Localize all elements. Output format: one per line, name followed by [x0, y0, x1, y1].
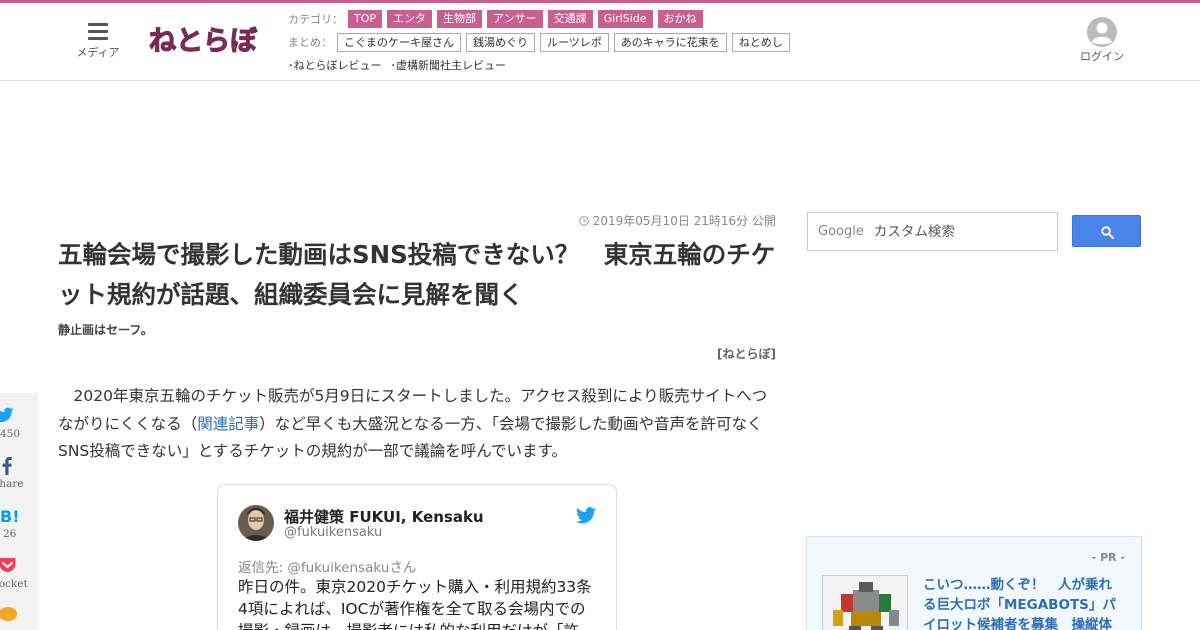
article-subtitle: 静止画はセーフ。: [58, 323, 153, 337]
pr-box: - PR - こいつ……動くぞ！ 人が乗れる巨大ロボ「MEGABOTS」パイロッ…: [806, 536, 1142, 630]
media-menu-label: メディア: [76, 46, 120, 59]
article-title: 五輪会場で撮影した動画はSNS投稿できない？ 東京五輪のチケット規約が話題、組織…: [58, 240, 776, 309]
category-label: カテゴリ：: [288, 13, 343, 26]
hatena-bookmark-icon: B!: [0, 507, 20, 525]
svg-text:B!: B!: [0, 507, 20, 525]
share-bar: 450 share B! 26 pocket: [0, 393, 38, 630]
google-label: Google: [818, 224, 864, 239]
article-date-text: 2019年05月10日 21時16分 公開: [592, 214, 776, 228]
robot-thumbnail-image: [823, 576, 907, 630]
login-label: ログイン: [1080, 50, 1124, 63]
pr-thumbnail[interactable]: [822, 575, 908, 630]
category-tag-girlside[interactable]: GirlSide: [597, 10, 653, 28]
search-icon: [1101, 226, 1114, 239]
category-tag-top[interactable]: TOP: [348, 10, 383, 28]
embedded-tweet[interactable]: 福井健策 FUKUI, Kensaku @fukuikensaku 返信先: @…: [217, 484, 617, 630]
review-nav: ･ねとらぼレビュー ･虚構新聞社主レビュー: [288, 55, 515, 75]
custom-search-box: Google: [807, 212, 1058, 251]
category-tag-enta[interactable]: エンタ: [387, 10, 433, 28]
pr-article-link[interactable]: こいつ……動くぞ！ 人が乗れる巨大ロボ「MEGABOTS」パイロット候補者を募集…: [923, 575, 1123, 630]
hatena-bookmark-count: 26: [3, 528, 17, 540]
pocket-label: pocket: [0, 578, 28, 590]
tweet-author-handle[interactable]: @fukuikensaku: [284, 525, 382, 540]
twitter-icon: [0, 407, 14, 423]
summary-tag-hanataba[interactable]: あのキャラに花束を: [613, 32, 727, 52]
pocket-icon: [0, 558, 16, 572]
tweet-reply-to[interactable]: 返信先: @fukuikensakuさん: [238, 556, 416, 576]
clock-icon: [578, 216, 589, 226]
review-link-netorabo[interactable]: ･ねとらぼレビュー: [288, 57, 382, 73]
hamburger-icon: [88, 23, 108, 40]
svg-text:ねとらぼ: ねとらぼ: [149, 26, 258, 57]
site-header: メディア ねとらぼ ねとらぼ カテゴリ： TOP エンタ 生物部 アンサー 交通…: [0, 3, 1200, 81]
related-article-link[interactable]: 関連記事: [197, 415, 259, 433]
twitter-share-count: 450: [0, 428, 21, 440]
site-logo[interactable]: ねとらぼ ねとらぼ: [146, 17, 261, 63]
tweet-text: 昨日の件。東京2020チケット購入・利用規約33条4項によれば、IOCが著作権を…: [238, 578, 592, 630]
summary-nav: まとめ： こぐまのケーキ屋さん 銭湯めぐり ルーツレポ あのキャラに花束を ねと…: [288, 32, 795, 52]
summary-label: まとめ：: [288, 36, 332, 49]
search-input[interactable]: [873, 224, 1044, 239]
category-tag-answer[interactable]: アンサー: [487, 10, 543, 28]
category-tag-koutsuuka[interactable]: 交通課: [547, 10, 593, 28]
facebook-share-label: share: [0, 478, 24, 490]
comment-bubble-icon: [0, 607, 17, 621]
article-paragraph: 2020年東京五輪のチケット販売が5月9日にスタートしました。アクセス殺到により…: [58, 383, 778, 466]
search-button[interactable]: [1072, 215, 1141, 247]
category-nav: カテゴリ： TOP エンタ 生物部 アンサー 交通課 GirlSide おかね: [288, 9, 708, 29]
category-tag-seibutsubu[interactable]: 生物部: [437, 10, 483, 28]
login-button[interactable]: ログイン: [1076, 17, 1128, 64]
article-date: 2019年05月10日 21時16分 公開: [578, 212, 776, 229]
user-avatar-icon: [1087, 17, 1117, 47]
article-byline: [ねとらぼ]: [717, 347, 776, 361]
tweet-author-avatar: [238, 505, 274, 541]
review-link-kyokou[interactable]: ･虚構新聞社主レビュー: [391, 57, 507, 73]
facebook-icon: [2, 457, 12, 475]
category-tag-okane[interactable]: おかね: [657, 10, 703, 28]
twitter-bird-icon[interactable]: [576, 507, 596, 524]
tweet-author-name[interactable]: 福井健策 FUKUI, Kensaku: [284, 506, 484, 527]
summary-tag-netomeshi[interactable]: ねとめし: [731, 32, 790, 52]
media-menu-button[interactable]: メディア: [74, 21, 122, 63]
summary-tag-sentou[interactable]: 銭湯めぐり: [466, 32, 535, 52]
logo-icon: ねとらぼ ねとらぼ: [146, 23, 261, 60]
summary-tag-koguma[interactable]: こぐまのケーキ屋さん: [337, 32, 461, 52]
pr-label: - PR -: [1091, 551, 1125, 564]
summary-tag-roots[interactable]: ルーツレポ: [540, 32, 609, 52]
